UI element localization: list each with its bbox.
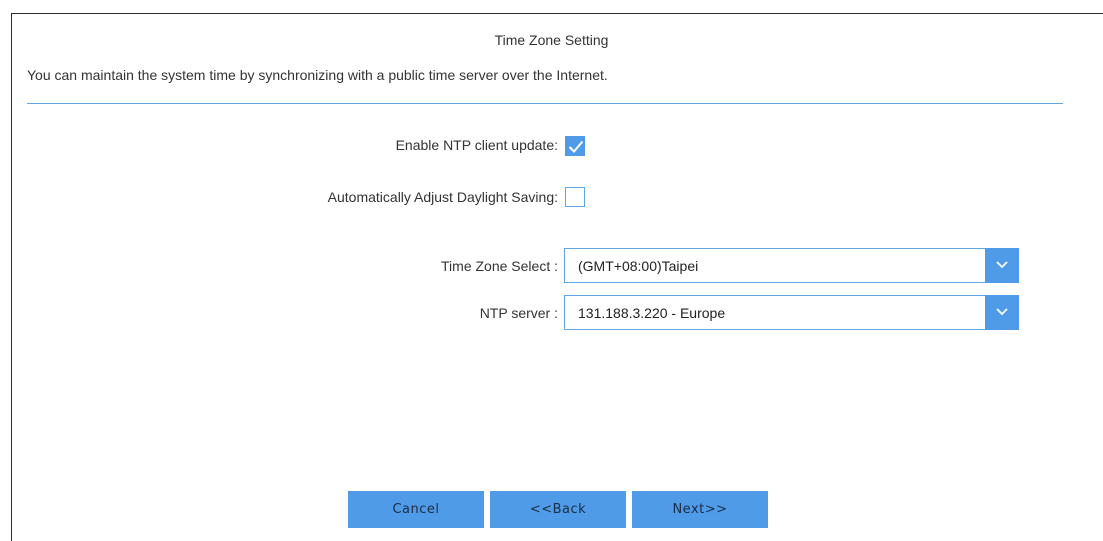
checkmark-icon — [568, 140, 584, 153]
time-zone-value: (GMT+08:00)Taipei — [578, 258, 699, 274]
daylight-saving-label: Automatically Adjust Daylight Saving: — [327, 189, 558, 205]
time-zone-dropdown-button[interactable] — [985, 248, 1019, 283]
next-button[interactable]: Next>> — [632, 491, 768, 528]
ntp-server-select[interactable]: 131.188.3.220 - Europe — [564, 295, 1019, 330]
back-button[interactable]: <<Back — [490, 491, 626, 528]
page-title: Time Zone Setting — [494, 32, 609, 48]
chevron-down-icon — [996, 308, 1008, 316]
page-description: You can maintain the system time by sync… — [27, 67, 608, 83]
time-zone-label: Time Zone Select : — [441, 258, 558, 274]
daylight-saving-checkbox[interactable] — [565, 187, 585, 207]
chevron-down-icon — [996, 261, 1008, 269]
time-zone-select[interactable]: (GMT+08:00)Taipei — [564, 248, 1019, 283]
ntp-server-dropdown-button[interactable] — [985, 295, 1019, 330]
cancel-button[interactable]: Cancel — [348, 491, 484, 528]
ntp-client-label: Enable NTP client update: — [395, 137, 558, 153]
header-divider — [27, 103, 1063, 104]
ntp-server-label: NTP server : — [479, 305, 558, 321]
ntp-client-checkbox[interactable] — [565, 136, 585, 156]
ntp-server-value: 131.188.3.220 - Europe — [578, 305, 726, 321]
